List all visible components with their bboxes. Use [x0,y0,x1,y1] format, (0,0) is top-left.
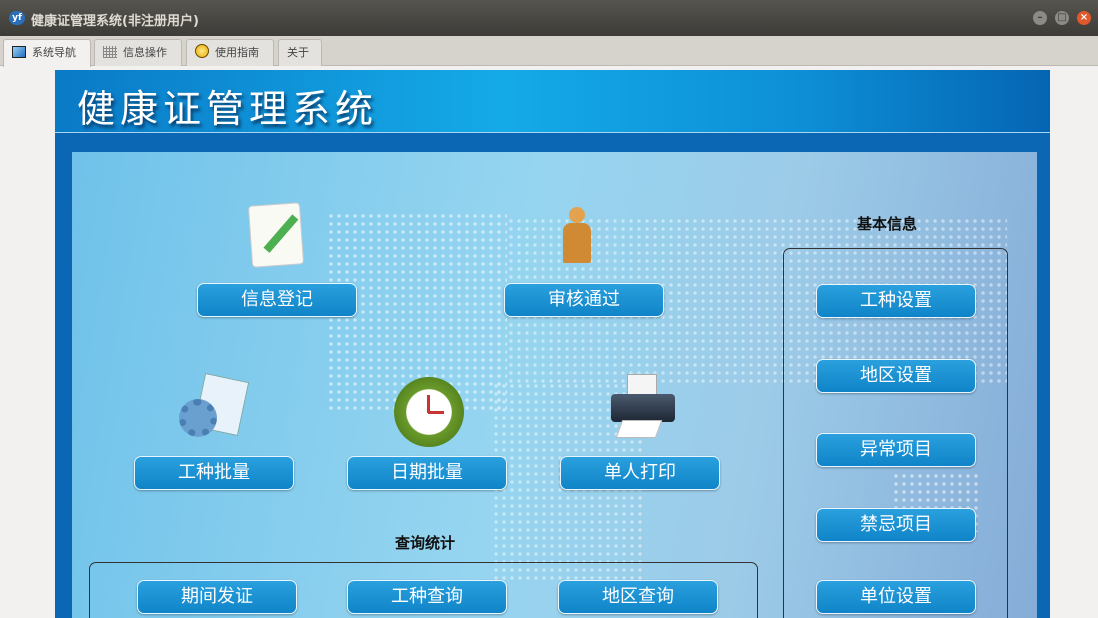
help-icon [195,44,209,58]
job-type-batch-button[interactable]: 工种批量 [134,456,294,490]
info-register-button[interactable]: 信息登记 [197,283,357,317]
job-type-settings-button[interactable]: 工种设置 [816,284,976,318]
taboo-items-button[interactable]: 禁忌项目 [816,508,976,542]
abnormal-items-button[interactable]: 异常项目 [816,433,976,467]
tab-label: 关于 [287,46,309,59]
query-stats-label: 查询统计 [395,534,456,552]
single-print-button[interactable]: 单人打印 [560,456,720,490]
navigation-area: 信息登记 审核通过 工种批量 日期批量 单人打印 查询统计 期间发证 工种查询 … [72,152,1037,618]
gear-document-icon [177,372,250,442]
region-settings-button[interactable]: 地区设置 [816,359,976,393]
printer-icon [607,374,677,444]
tab-label: 使用指南 [215,46,259,59]
clock-icon [394,377,464,447]
unit-settings-button[interactable]: 单位设置 [816,580,976,614]
monitor-icon [12,46,26,58]
region-query-button[interactable]: 地区查询 [558,580,718,614]
tab-about[interactable]: 关于 [278,39,322,66]
main-panel: 健康证管理系统 信息登记 审核通过 工种批量 日期批量 单人打印 查询统计 期间… [55,70,1050,618]
review-approve-button[interactable]: 审核通过 [504,283,664,317]
window-title: 健康证管理系统(非注册用户) [31,14,199,29]
tab-label: 信息操作 [123,46,167,59]
tab-system-nav[interactable]: 系统导航 [3,39,91,67]
banner-title: 健康证管理系统 [77,87,379,131]
person-approve-icon [557,207,597,265]
tab-user-guide[interactable]: 使用指南 [186,39,274,66]
tab-label: 系统导航 [32,46,76,59]
close-button[interactable]: × [1077,11,1091,25]
minimize-button[interactable]: – [1033,11,1047,25]
header-banner: 健康证管理系统 [55,70,1050,133]
maximize-button[interactable]: □ [1055,11,1069,25]
period-issue-button[interactable]: 期间发证 [137,580,297,614]
title-bar: yf 健康证管理系统(非注册用户) – □ × [0,0,1098,36]
tab-info-ops[interactable]: 信息操作 [94,39,182,66]
document-edit-icon [247,202,305,268]
basic-info-label: 基本信息 [857,215,918,233]
tab-bar: 系统导航 信息操作 使用指南 关于 [0,36,1098,67]
app-logo-icon: yf [9,11,25,25]
grid-icon [103,46,117,58]
date-batch-button[interactable]: 日期批量 [347,456,507,490]
job-type-query-button[interactable]: 工种查询 [347,580,507,614]
